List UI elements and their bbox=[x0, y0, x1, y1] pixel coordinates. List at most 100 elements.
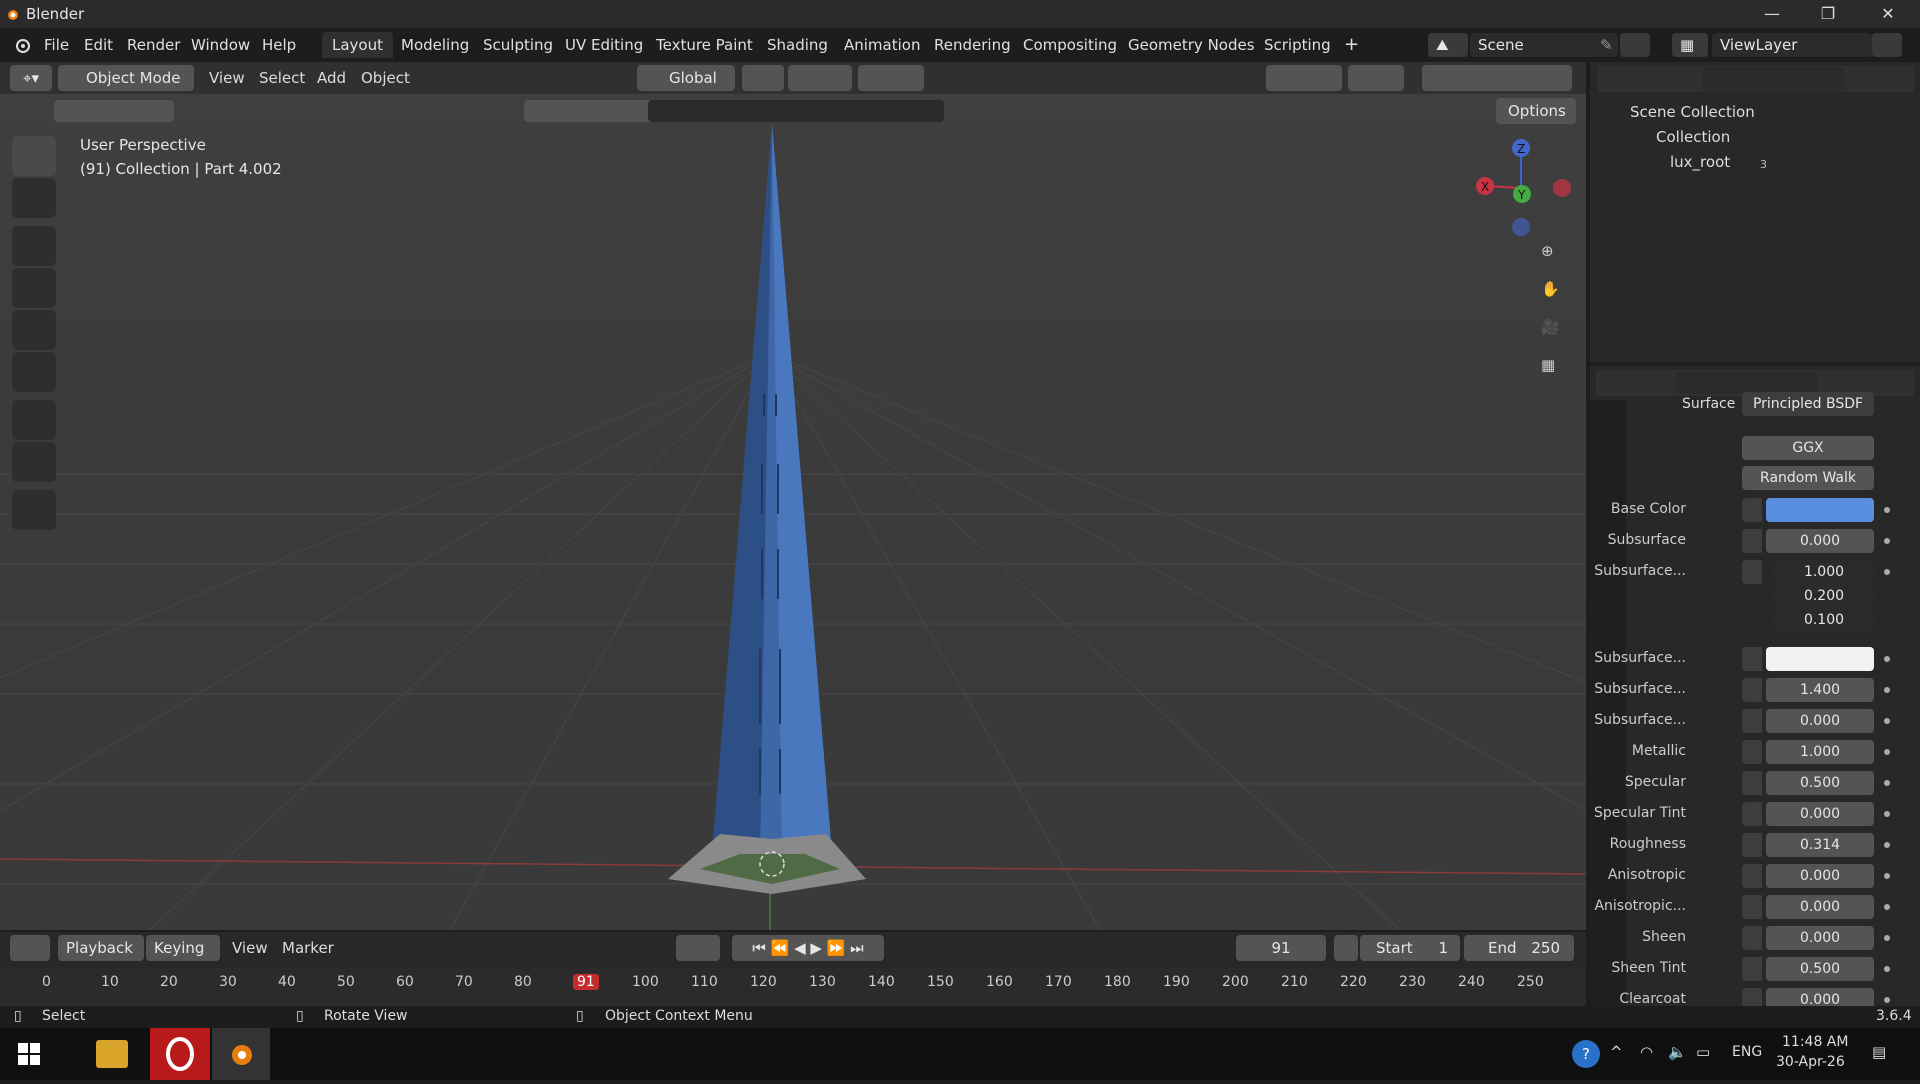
shading-modes[interactable] bbox=[1456, 65, 1572, 91]
editor-type-icon[interactable]: ⌖▾ bbox=[10, 65, 52, 91]
socket-icon[interactable] bbox=[1742, 560, 1762, 584]
socket-icon[interactable] bbox=[1742, 926, 1762, 950]
tab-geometry-nodes[interactable]: Geometry Nodes bbox=[1118, 32, 1265, 58]
help-icon[interactable]: ? bbox=[1572, 1040, 1600, 1068]
keyframe-dot-icon[interactable] bbox=[1884, 997, 1890, 1003]
property-field[interactable]: 0.100 bbox=[1774, 608, 1874, 632]
end-field[interactable]: End 250 bbox=[1464, 935, 1574, 961]
clock-icon[interactable] bbox=[1334, 935, 1358, 961]
socket-icon[interactable] bbox=[1742, 647, 1762, 671]
tab-uv-editing[interactable]: UV Editing bbox=[555, 32, 653, 58]
zoom-icon[interactable]: ⊕ bbox=[1541, 242, 1571, 272]
camera-icon[interactable]: 🎥 bbox=[1541, 318, 1571, 348]
tab-layout[interactable]: Layout bbox=[322, 32, 393, 58]
clock-time[interactable]: 11:48 AM bbox=[1782, 1034, 1848, 1050]
socket-icon[interactable] bbox=[1742, 709, 1762, 733]
view-layer-field[interactable]: ViewLayer bbox=[1712, 33, 1872, 57]
frame-ruler[interactable]: 0 10 20 30 40 50 60 70 80 91 100 110 120 130 140 150 160… bbox=[0, 968, 1586, 1006]
property-field[interactable]: 1.000 bbox=[1774, 560, 1874, 584]
keyframe-dot-icon[interactable] bbox=[1884, 780, 1890, 786]
property-field[interactable]: 0.500 bbox=[1766, 771, 1874, 795]
snap-icon[interactable] bbox=[788, 65, 852, 91]
properties-tabs[interactable] bbox=[1590, 400, 1626, 1006]
surface-shader-field[interactable]: Principled BSDF bbox=[1742, 392, 1874, 416]
grid-view-icon[interactable]: ▦ bbox=[1541, 356, 1571, 386]
start-field[interactable]: Start 1 bbox=[1360, 935, 1460, 961]
viewport-menu-select[interactable]: Select bbox=[259, 69, 305, 87]
outliner-lux-root[interactable]: lux_root bbox=[1670, 153, 1730, 171]
timeline-editor-icon[interactable] bbox=[10, 935, 50, 961]
socket-icon[interactable] bbox=[1742, 833, 1762, 857]
gizmo-icon[interactable] bbox=[1348, 65, 1404, 91]
property-field[interactable]: 0.000 bbox=[1766, 709, 1874, 733]
notifications-icon[interactable]: ▤ bbox=[1872, 1043, 1886, 1061]
keyframe-dot-icon[interactable] bbox=[1884, 904, 1890, 910]
scale-tool-icon[interactable] bbox=[12, 310, 56, 350]
add-workspace-icon[interactable]: + bbox=[1334, 32, 1369, 58]
menu-edit[interactable]: Edit bbox=[84, 36, 113, 54]
select-tool-icon[interactable] bbox=[12, 136, 56, 176]
tab-sculpting[interactable]: Sculpting bbox=[473, 32, 563, 58]
menu-render[interactable]: Render bbox=[127, 36, 180, 54]
timeline-menu-marker[interactable]: Marker bbox=[282, 939, 334, 957]
tab-modeling[interactable]: Modeling bbox=[391, 32, 479, 58]
timeline-menu-view[interactable]: View bbox=[232, 939, 268, 957]
timeline-menu-keying[interactable]: Keying bbox=[146, 935, 220, 961]
keyframe-dot-icon[interactable] bbox=[1884, 935, 1890, 941]
keyframe-dot-icon[interactable] bbox=[1884, 656, 1890, 662]
proportional-edit-icon[interactable] bbox=[858, 65, 924, 91]
clock-date[interactable]: 30-Apr-26 bbox=[1776, 1054, 1845, 1070]
close-button[interactable]: ✕ bbox=[1860, 0, 1916, 28]
mode-selector[interactable]: Object Mode bbox=[58, 65, 194, 91]
volume-icon[interactable]: 🔈 bbox=[1668, 1043, 1687, 1061]
keyframe-dot-icon[interactable] bbox=[1884, 569, 1890, 575]
socket-icon[interactable] bbox=[1742, 895, 1762, 919]
add-cube-tool-icon[interactable] bbox=[12, 490, 56, 530]
keyframe-dot-icon[interactable] bbox=[1884, 966, 1890, 972]
property-field[interactable]: 0.000 bbox=[1766, 529, 1874, 553]
pan-icon[interactable]: ✋ bbox=[1541, 280, 1571, 310]
scene-field[interactable]: Scene bbox=[1470, 33, 1618, 57]
scene-selector-icon[interactable]: ⛰ bbox=[1428, 33, 1468, 57]
tab-scripting[interactable]: Scripting bbox=[1254, 32, 1341, 58]
view-layer-icon[interactable]: ▦ bbox=[1672, 33, 1708, 57]
socket-icon[interactable] bbox=[1742, 864, 1762, 888]
properties-search-input[interactable] bbox=[1676, 372, 1818, 394]
measure-tool-icon[interactable] bbox=[12, 442, 56, 482]
property-field[interactable]: 0.200 bbox=[1774, 584, 1874, 608]
tab-shading[interactable]: Shading bbox=[757, 32, 838, 58]
outliner-collection[interactable]: Collection bbox=[1656, 128, 1730, 146]
options-button[interactable]: Options bbox=[1496, 98, 1576, 124]
socket-icon[interactable] bbox=[1742, 740, 1762, 764]
new-scene-icon[interactable] bbox=[1620, 33, 1650, 57]
menu-file[interactable]: File bbox=[44, 36, 69, 54]
subsurface-method-dropdown[interactable]: Random Walk bbox=[1742, 466, 1874, 490]
viewport-menu-add[interactable]: Add bbox=[317, 69, 346, 87]
socket-icon[interactable] bbox=[1742, 771, 1762, 795]
keyframe-dot-icon[interactable] bbox=[1884, 749, 1890, 755]
3d-viewport[interactable]: Z X Y User Perspective (91) Collection |… bbox=[0, 94, 1586, 930]
menu-window[interactable]: Window bbox=[191, 36, 250, 54]
keyframe-dot-icon[interactable] bbox=[1884, 507, 1890, 513]
viewport-search-input[interactable] bbox=[648, 100, 944, 122]
property-field[interactable]: 1.400 bbox=[1766, 678, 1874, 702]
pin-icon[interactable]: ✎ bbox=[1600, 36, 1613, 54]
tab-compositing[interactable]: Compositing bbox=[1013, 32, 1127, 58]
pivot-icon[interactable] bbox=[742, 65, 784, 91]
timeline-menu-playback[interactable]: Playback bbox=[58, 935, 144, 961]
property-field[interactable]: 1.000 bbox=[1766, 740, 1874, 764]
wifi-icon[interactable]: ◠ bbox=[1640, 1043, 1653, 1061]
tab-animation[interactable]: Animation bbox=[834, 32, 930, 58]
viewport-menu-object[interactable]: Object bbox=[361, 69, 410, 87]
annotate-tool-icon[interactable] bbox=[12, 400, 56, 440]
visibility-icon[interactable] bbox=[1266, 65, 1342, 91]
minimize-button[interactable]: — bbox=[1744, 0, 1800, 28]
xray-icon[interactable] bbox=[1426, 65, 1456, 91]
windows-start-icon[interactable] bbox=[18, 1043, 40, 1065]
outliner-search-input[interactable] bbox=[1702, 67, 1844, 91]
property-field[interactable]: 0.000 bbox=[1766, 802, 1874, 826]
menu-help[interactable]: Help bbox=[262, 36, 296, 54]
socket-icon[interactable] bbox=[1742, 678, 1762, 702]
move-tool-icon[interactable] bbox=[12, 226, 56, 266]
opera-browser-icon[interactable] bbox=[150, 1028, 210, 1080]
